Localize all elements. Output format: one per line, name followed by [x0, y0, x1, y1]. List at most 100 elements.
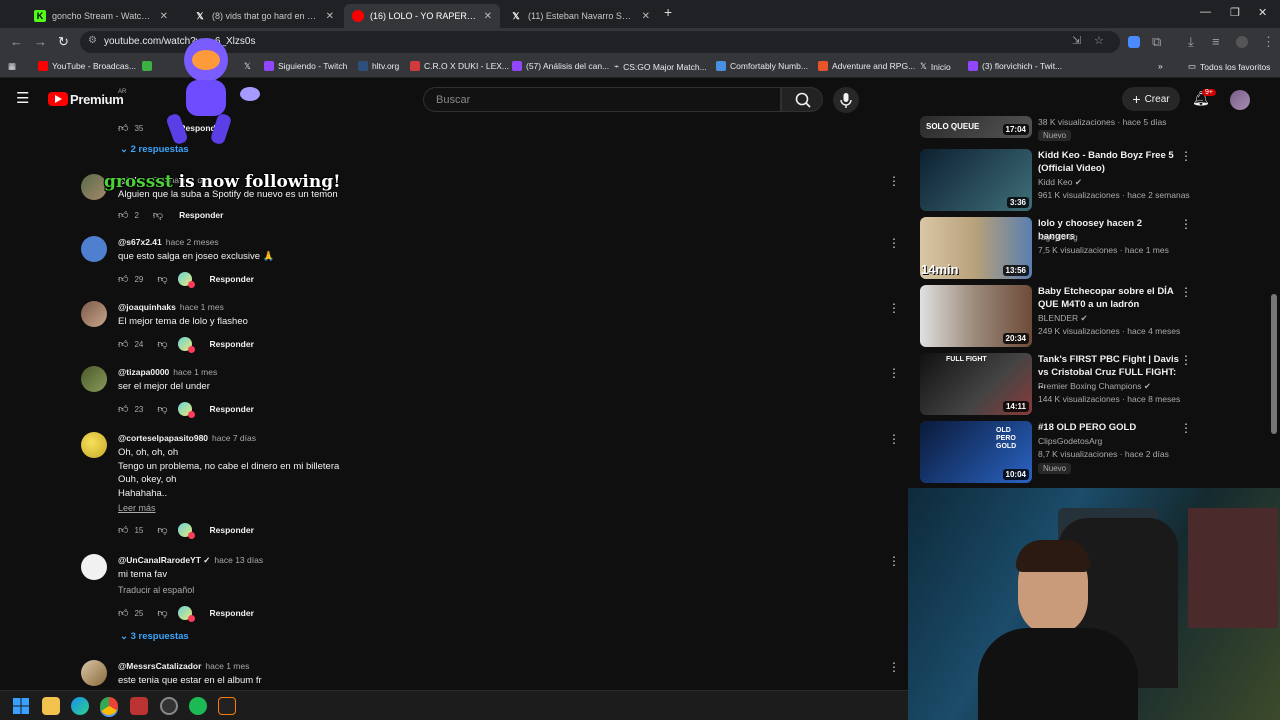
- close-tab-icon[interactable]: ✕: [642, 11, 650, 22]
- account-avatar[interactable]: [1230, 90, 1250, 110]
- bookmark-star-icon[interactable]: ☆: [1094, 34, 1104, 47]
- bookmark-csgo[interactable]: ⌁ CS:GO Major Match...: [614, 61, 707, 72]
- comment-menu-icon[interactable]: ⋮: [888, 174, 900, 188]
- comment-menu-icon[interactable]: ⋮: [888, 432, 900, 446]
- media-control-icon[interactable]: ≡: [1212, 34, 1220, 49]
- bookmark-analisis[interactable]: (57) Análisis del can...: [512, 61, 609, 71]
- browser-menu-icon[interactable]: ⋮: [1262, 34, 1275, 50]
- forward-icon[interactable]: →: [34, 34, 47, 49]
- maximize-button[interactable]: ❐: [1230, 6, 1240, 19]
- dislike-icon[interactable]: 👎︎: [157, 338, 167, 350]
- comment-menu-icon[interactable]: ⋮: [888, 236, 900, 250]
- reply-button[interactable]: Responder: [210, 608, 254, 618]
- close-tab-icon[interactable]: ✕: [326, 11, 334, 22]
- recommended-video[interactable]: FULL FIGHT 14:11 Tank's FIRST PBC Fight …: [920, 353, 1192, 417]
- avatar[interactable]: [81, 660, 107, 686]
- reply-button[interactable]: Responder: [210, 339, 254, 349]
- voice-search-button[interactable]: [833, 87, 859, 113]
- dislike-icon[interactable]: 👎︎: [157, 524, 167, 536]
- recommended-video[interactable]: 13:56 lolo y choosey hacen 2 bangers rag…: [920, 217, 1192, 281]
- search-input[interactable]: Buscar: [423, 87, 781, 112]
- all-bookmarks-folder[interactable]: ▭ Todos los favoritos: [1188, 61, 1270, 72]
- recommended-video[interactable]: SOLO QUEUE 17:04 38 K visualizaciones · …: [920, 116, 1190, 144]
- video-thumbnail[interactable]: 3:36: [920, 149, 1032, 211]
- recommended-video[interactable]: OLD PERO GOLD 10:04 #18 OLD PERO GOLD Cl…: [920, 421, 1192, 485]
- browser-tab-esteban[interactable]: 𝕏 (11) Esteban Navarro Soriano e ✕: [502, 4, 658, 28]
- windows-start-icon[interactable]: [12, 697, 30, 715]
- like-icon[interactable]: 👍︎: [118, 273, 128, 285]
- obs-icon[interactable]: [130, 697, 148, 715]
- extensions-puzzle-icon[interactable]: ⧉: [1152, 34, 1161, 50]
- bookmark-florvichich[interactable]: (3) florvichich - Twit...: [968, 61, 1062, 71]
- comment-author[interactable]: @MessrsCatalizador hace 1 mes: [118, 661, 249, 671]
- edge-icon[interactable]: [71, 697, 89, 715]
- video-channel[interactable]: Kidd Keo ✔: [1038, 177, 1082, 188]
- comment-author[interactable]: @corteselpapasito980 hace 7 días: [118, 433, 256, 443]
- comment-author[interactable]: @UnCanalRarodeYT ✓ hace 13 días: [118, 555, 263, 566]
- scrollbar-thumb[interactable]: [1271, 294, 1277, 434]
- dislike-icon[interactable]: 👎︎: [157, 403, 167, 415]
- browser-tab-lolo[interactable]: (16) LOLO - YO RAPERO, ELLA ✕: [344, 4, 500, 28]
- profile-icon[interactable]: [1236, 36, 1248, 48]
- video-thumbnail[interactable]: OLD PERO GOLD 10:04: [920, 421, 1032, 483]
- like-icon[interactable]: 👍︎: [118, 607, 128, 619]
- bookmark-youtube[interactable]: YouTube - Broadcas...: [38, 61, 136, 71]
- video-title[interactable]: Kidd Keo - Bando Boyz Free 5 (Official V…: [1038, 149, 1180, 175]
- video-channel[interactable]: ClipsGodetosArg: [1038, 436, 1102, 446]
- recommended-video[interactable]: 3:36 Kidd Keo - Bando Boyz Free 5 (Offic…: [920, 149, 1192, 213]
- bookmark-comfortably-numb[interactable]: Comfortably Numb...: [716, 61, 808, 71]
- comment-author[interactable]: @s67x2.41 hace 2 meses: [118, 237, 219, 247]
- read-more-link[interactable]: Leer más: [118, 503, 156, 513]
- bookmark-hltv[interactable]: hltv.org: [358, 61, 399, 71]
- avatar[interactable]: [81, 301, 107, 327]
- like-icon[interactable]: 👍︎: [118, 338, 128, 350]
- avatar[interactable]: [81, 432, 107, 458]
- video-thumbnail[interactable]: FULL FIGHT 14:11: [920, 353, 1032, 415]
- reply-button[interactable]: Responder: [210, 404, 254, 414]
- comment-menu-icon[interactable]: ⋮: [888, 554, 900, 568]
- video-menu-icon[interactable]: ⋮: [1180, 421, 1192, 435]
- like-icon[interactable]: 👍︎: [118, 122, 128, 134]
- video-title[interactable]: #18 OLD PERO GOLD: [1038, 421, 1180, 434]
- youtube-logo-icon[interactable]: [48, 92, 68, 106]
- video-title[interactable]: Baby Etchecopar sobre el DÍA QUE M4T0 a …: [1038, 285, 1180, 311]
- close-window-button[interactable]: ✕: [1258, 6, 1267, 19]
- like-icon[interactable]: 👍︎: [118, 524, 128, 536]
- bookmark-twitch[interactable]: Siguiendo - Twitch: [264, 61, 347, 71]
- hamburger-menu-icon[interactable]: ☰: [16, 89, 29, 107]
- video-menu-icon[interactable]: ⋮: [1180, 217, 1192, 231]
- video-thumbnail[interactable]: SOLO QUEUE 17:04: [920, 116, 1032, 138]
- dislike-icon[interactable]: 👎︎: [153, 209, 163, 221]
- video-thumbnail[interactable]: 20:34: [920, 285, 1032, 347]
- apps-icon[interactable]: ▦: [8, 61, 16, 72]
- bookmarks-overflow-icon[interactable]: »: [1158, 61, 1163, 71]
- back-icon[interactable]: ←: [10, 34, 23, 49]
- chrome-icon[interactable]: [100, 697, 118, 715]
- bookmark-inicio[interactable]: 𝕏 Inicio: [920, 61, 951, 72]
- avatar[interactable]: [81, 236, 107, 262]
- video-channel[interactable]: Premier Boxing Champions ✔: [1038, 381, 1151, 392]
- extension-icon[interactable]: [1128, 36, 1140, 48]
- install-icon[interactable]: ⇲: [1072, 34, 1081, 47]
- new-tab-button[interactable]: +: [664, 4, 672, 20]
- close-tab-icon[interactable]: ✕: [484, 11, 492, 22]
- comment-author[interactable]: @tizapa0000 hace 1 mes: [118, 367, 217, 377]
- dislike-icon[interactable]: 👎︎: [157, 273, 167, 285]
- reload-icon[interactable]: ↻: [58, 34, 69, 50]
- search-button[interactable]: [781, 87, 823, 112]
- bookmark-cro-duki[interactable]: C.R.O X DUKI - LEX...: [410, 61, 509, 71]
- video-menu-icon[interactable]: ⋮: [1180, 285, 1192, 299]
- like-icon[interactable]: 👍︎: [118, 209, 128, 221]
- video-channel[interactable]: BLENDER ✔: [1038, 313, 1088, 324]
- reply-button[interactable]: Responder: [210, 525, 254, 535]
- recommended-video[interactable]: 20:34 Baby Etchecopar sobre el DÍA QUE M…: [920, 285, 1192, 349]
- reply-button[interactable]: Responder: [179, 210, 223, 220]
- download-icon[interactable]: ⤓: [1188, 34, 1194, 50]
- comment-menu-icon[interactable]: ⋮: [888, 366, 900, 380]
- comment-menu-icon[interactable]: ⋮: [888, 301, 900, 315]
- browser-tab-vids[interactable]: 𝕏 (8) vids that go hard en X: "Wh ✕: [186, 4, 342, 28]
- video-channel[interactable]: rageylo og: [1038, 232, 1078, 242]
- file-explorer-icon[interactable]: [42, 697, 60, 715]
- close-tab-icon[interactable]: ✕: [160, 11, 168, 22]
- create-button[interactable]: + Crear: [1122, 87, 1180, 111]
